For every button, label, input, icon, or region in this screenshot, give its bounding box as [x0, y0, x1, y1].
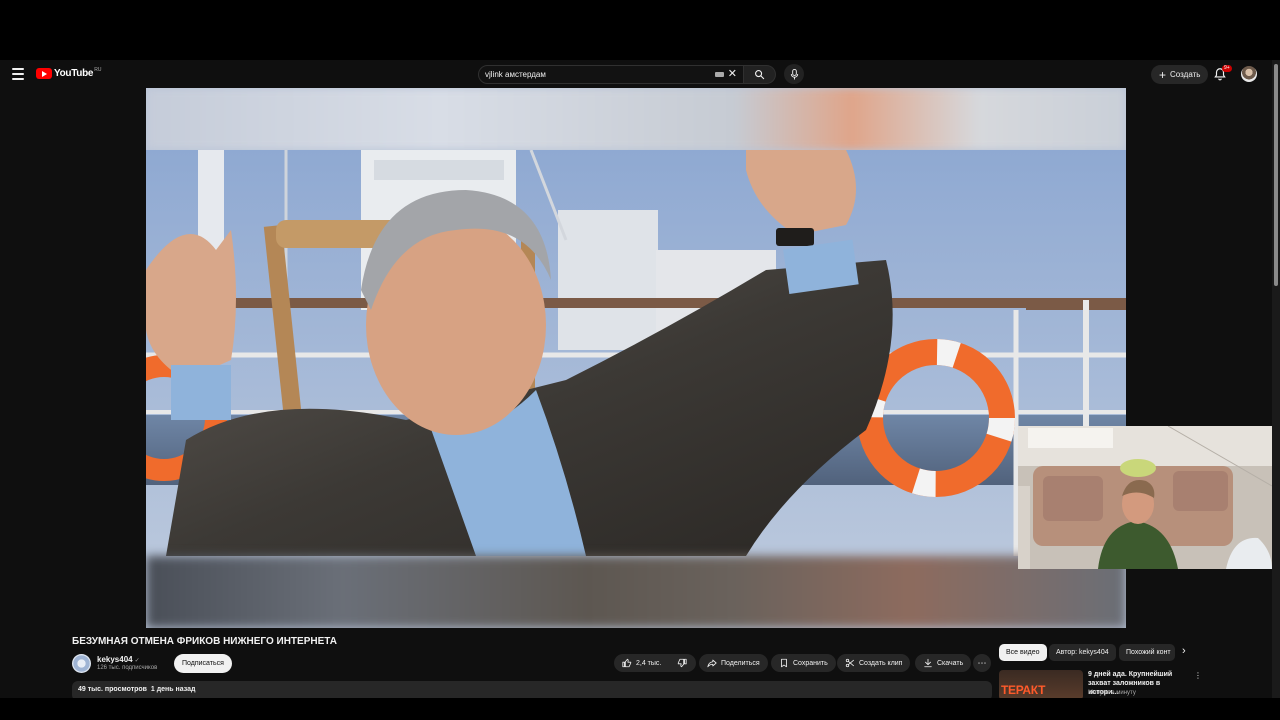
- chip-author[interactable]: Автор: kekys404: [1049, 644, 1116, 661]
- chip-similar-label: Похожий конт: [1126, 649, 1171, 656]
- subscribe-button[interactable]: Подписаться: [174, 654, 232, 673]
- description-box[interactable]: 49 тыс. просмотров 1 день назад: [72, 681, 992, 698]
- logo-text: YouTube: [54, 68, 94, 79]
- chip-similar[interactable]: Похожий конт: [1119, 644, 1175, 661]
- create-clip-label: Создать клип: [859, 659, 903, 667]
- view-count: 49 тыс. просмотров: [78, 686, 147, 693]
- youtube-logo[interactable]: YouTube RU: [36, 67, 102, 79]
- scissors-icon: [845, 658, 855, 668]
- webcam-image: [1018, 426, 1272, 569]
- recommendation-meta: Минуты в минуту: [1088, 690, 1136, 696]
- like-button[interactable]: 2,4 тыс.: [614, 654, 669, 672]
- search-input[interactable]: vjlink амстердам ✕: [478, 65, 744, 84]
- search-value: vjlink амстердам: [485, 70, 546, 79]
- download-icon: [924, 658, 932, 668]
- streamer-webcam-overlay: [1018, 426, 1272, 569]
- channel-name-link[interactable]: kekys404 ✓: [97, 655, 140, 664]
- video-frame: [146, 150, 1126, 556]
- chevron-right-icon[interactable]: ›: [1182, 646, 1186, 657]
- keyboard-icon[interactable]: [714, 72, 724, 77]
- clear-icon[interactable]: ✕: [728, 69, 737, 80]
- page-scrollbar-thumb[interactable]: [1274, 64, 1278, 286]
- download-label: Скачать: [937, 659, 964, 667]
- create-button[interactable]: + Создать: [1151, 65, 1209, 84]
- voice-search-button[interactable]: [784, 64, 804, 84]
- account-avatar[interactable]: [1241, 66, 1257, 82]
- share-label: Поделиться: [721, 659, 760, 667]
- logo-region: RU: [94, 67, 102, 73]
- create-label: Создать: [1170, 70, 1201, 79]
- dislike-button[interactable]: [669, 654, 699, 672]
- search-button[interactable]: [744, 65, 776, 84]
- subscriber-count: 126 тыс. подписчиков: [97, 665, 158, 671]
- plus-icon: +: [1159, 67, 1167, 82]
- menu-icon[interactable]: [12, 68, 24, 80]
- youtube-logo-icon: [36, 68, 52, 79]
- save-button[interactable]: Сохранить: [771, 654, 836, 672]
- letterbox-bottom: [0, 698, 1280, 720]
- chip-all-videos[interactable]: Все видео: [999, 644, 1047, 661]
- dislike-icon: [678, 658, 687, 668]
- more-icon: ⋯: [977, 657, 987, 668]
- youtube-watch-page: YouTube RU vjlink амстердам ✕ + Создать …: [0, 60, 1280, 698]
- masthead: YouTube RU vjlink амстердам ✕ + Создать …: [0, 60, 1270, 88]
- recommendation-thumbnail[interactable]: ТЕРАКТ: [999, 670, 1083, 698]
- thumbnail-text: ТЕРАКТ: [1001, 683, 1046, 697]
- search-icon: [755, 70, 765, 80]
- share-button[interactable]: Поделиться: [699, 654, 768, 672]
- video-player[interactable]: [146, 88, 1126, 628]
- video-frame-image: [146, 150, 1126, 556]
- create-clip-button[interactable]: Создать клип: [837, 654, 911, 672]
- like-icon: [622, 658, 632, 668]
- chip-author-label: Автор: kekys404: [1056, 649, 1109, 656]
- upload-date: 1 день назад: [150, 686, 196, 693]
- mic-icon: [790, 68, 798, 80]
- subscribe-label: Подписаться: [182, 660, 224, 667]
- save-label: Сохранить: [793, 659, 828, 667]
- recommendation-menu-icon[interactable]: ⋮: [1194, 671, 1202, 680]
- verified-icon: ✓: [134, 658, 140, 664]
- video-title: БЕЗУМНАЯ ОТМЕНА ФРИКОВ НИЖНЕГО ИНТЕРНЕТА: [72, 636, 337, 647]
- player-blur-fill-top: [146, 88, 1126, 150]
- more-actions-button[interactable]: ⋯: [973, 654, 991, 672]
- channel-avatar[interactable]: [72, 654, 91, 673]
- share-icon: [707, 659, 717, 668]
- letterbox-top: [0, 0, 1280, 60]
- chip-all-videos-label: Все видео: [1006, 649, 1040, 656]
- like-count: 2,4 тыс.: [636, 659, 662, 667]
- like-dislike-group: 2,4 тыс.: [614, 654, 696, 672]
- player-blur-fill-bottom: [146, 556, 1126, 628]
- notification-badge: 9+: [1222, 65, 1232, 72]
- save-icon: [781, 658, 787, 668]
- channel-name: kekys404: [97, 655, 133, 664]
- download-button[interactable]: Скачать: [915, 654, 972, 672]
